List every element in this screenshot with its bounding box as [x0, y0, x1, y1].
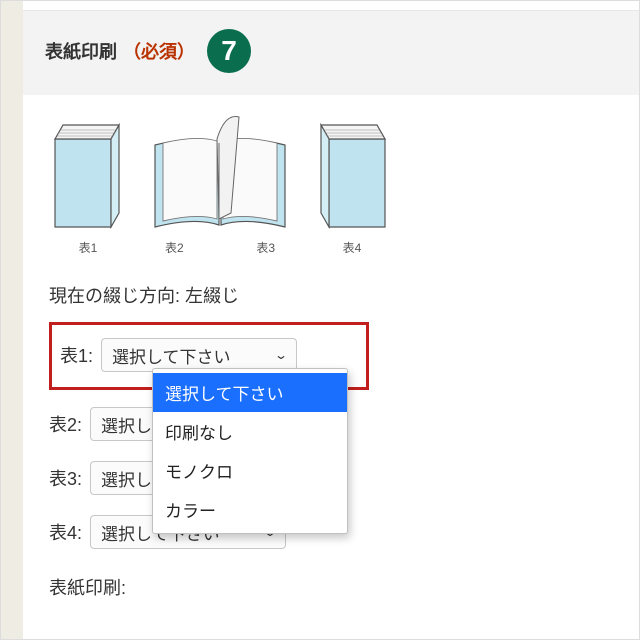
- dropdown-option-color[interactable]: カラー: [153, 490, 347, 529]
- diagram-caption-2: 表2: [165, 239, 184, 256]
- section-content: 表1: [23, 95, 639, 620]
- diagram-h1: 表1: [49, 119, 127, 256]
- dropdown-option-placeholder[interactable]: 選択して下さい: [153, 373, 347, 412]
- book-open-icon: [145, 109, 295, 229]
- section-header: 表紙印刷 （必須） 7: [23, 11, 639, 95]
- blank-strip: [23, 1, 639, 11]
- dropdown-option-none[interactable]: 印刷なし: [153, 412, 347, 451]
- chevron-down-icon: ⌄: [274, 349, 288, 361]
- select-h1-value: 選択して下さい: [112, 343, 231, 368]
- book-back-icon: [313, 119, 391, 229]
- step-badge: 7: [207, 29, 251, 73]
- cover-form: 表1: 選択して下さい ⌄ 選択して下さい 印刷なし モノクロ カラー 表2: [49, 322, 617, 600]
- diagram-caption-3: 表3: [256, 239, 275, 256]
- row-label-h2: 表2:: [49, 411, 82, 437]
- binding-value: 左綴じ: [185, 286, 239, 306]
- row-label-h3: 表3:: [49, 465, 82, 491]
- diagram-open: 表2 表3: [145, 109, 295, 256]
- diagram-h4: 表4: [313, 119, 391, 256]
- binding-label: 現在の綴じ方向:: [49, 286, 180, 306]
- binding-direction: 現在の綴じ方向: 左綴じ: [49, 282, 617, 308]
- left-rail: [1, 1, 23, 639]
- diagram-caption-1: 表1: [49, 239, 127, 256]
- book-front-icon: [49, 119, 127, 229]
- summary-label: 表紙印刷:: [49, 574, 617, 600]
- select-h1[interactable]: 選択して下さい ⌄: [101, 338, 297, 372]
- section-title: 表紙印刷: [45, 38, 117, 64]
- main-panel: 表紙印刷 （必須） 7 表1: [23, 1, 639, 639]
- row-label-h1: 表1:: [60, 342, 93, 368]
- cover-diagram: 表1: [49, 109, 617, 256]
- required-label: （必須）: [123, 38, 195, 64]
- diagram-caption-4: 表4: [313, 239, 391, 256]
- select-h1-dropdown[interactable]: 選択して下さい 印刷なし モノクロ カラー: [152, 368, 348, 534]
- step-number: 7: [221, 35, 237, 67]
- row-label-h4: 表4:: [49, 519, 82, 545]
- page-root: 表紙印刷 （必須） 7 表1: [0, 0, 640, 640]
- dropdown-option-mono[interactable]: モノクロ: [153, 451, 347, 490]
